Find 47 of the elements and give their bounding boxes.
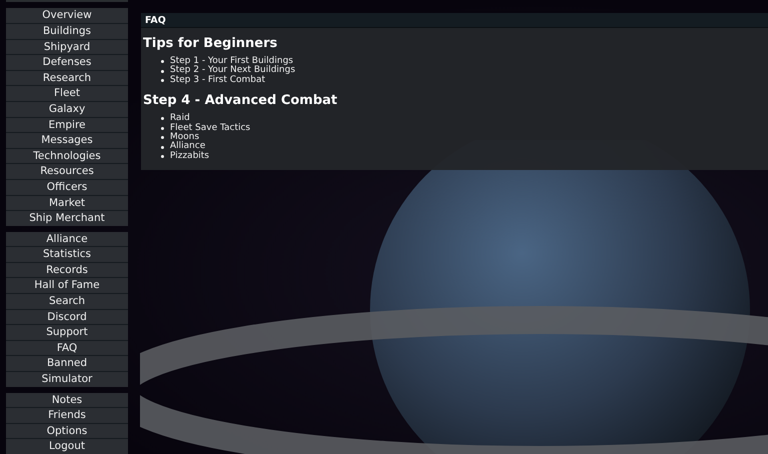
menu-item[interactable]: Banned — [6, 356, 128, 372]
faq-link[interactable]: Alliance — [170, 142, 206, 152]
menu-item[interactable]: Empire — [6, 118, 128, 132]
menu-item[interactable]: Support — [6, 325, 128, 340]
bullet-icon — [161, 70, 164, 73]
menu-item[interactable]: Hall of Fame — [6, 278, 128, 294]
menu-item[interactable]: Overview — [6, 8, 128, 23]
menu-item[interactable]: Messages — [6, 133, 128, 148]
faq-link[interactable]: Moons — [170, 132, 200, 142]
menu-item[interactable]: Simulator — [6, 372, 128, 387]
menu-item[interactable]: Discord — [6, 310, 128, 324]
faq-link[interactable]: Fleet Save Tactics — [170, 124, 250, 133]
menu-item[interactable]: Friends — [6, 408, 128, 423]
bullet-icon — [161, 60, 164, 64]
menu-item[interactable]: Search — [6, 294, 128, 309]
menu-item[interactable]: Technologies — [6, 148, 128, 164]
bullet-icon — [161, 126, 164, 130]
menu-item[interactable]: Defenses — [6, 55, 128, 70]
faq-link[interactable]: Raid — [170, 114, 190, 124]
section-heading: Tips for Beginners — [143, 36, 278, 51]
menu-item[interactable]: Officers — [6, 180, 128, 194]
bullet-icon — [161, 146, 164, 149]
bullet-icon — [161, 136, 164, 140]
menu-item[interactable]: Ship Merchant — [6, 211, 128, 226]
bullet-icon — [161, 78, 164, 82]
bullet-icon — [161, 154, 164, 158]
bullet-icon — [161, 117, 164, 120]
menu-item[interactable]: Alliance — [6, 232, 128, 246]
menu-item[interactable]: Shipyard — [6, 40, 128, 54]
menu-item[interactable]: Options — [6, 424, 128, 438]
faq-link[interactable]: Step 1 - Your First Buildings — [170, 57, 294, 66]
menu-item[interactable]: Galaxy — [6, 102, 128, 117]
faq-link[interactable]: Step 3 - First Combat — [170, 76, 266, 86]
menu-item[interactable]: Records — [6, 262, 128, 278]
menu-item[interactable]: Research — [6, 70, 128, 86]
faq-link[interactable]: Step 2 - Your Next Buildings — [170, 66, 296, 76]
menu-item[interactable]: Fleet — [6, 86, 128, 101]
menu-item[interactable]: Statistics — [6, 247, 128, 262]
section-heading: Step 4 - Advanced Combat — [143, 93, 338, 108]
menu-item[interactable]: Notes — [6, 392, 128, 408]
faq-link[interactable]: Pizzabits — [170, 152, 210, 162]
menu-item[interactable]: FAQ — [6, 340, 128, 356]
menu-item[interactable]: Market — [6, 196, 128, 210]
panel-title: FAQ — [141, 13, 768, 28]
menu-item[interactable]: Logout — [6, 439, 128, 454]
menu-item[interactable]: Resources — [6, 164, 128, 179]
menu-item[interactable]: Buildings — [6, 24, 128, 39]
